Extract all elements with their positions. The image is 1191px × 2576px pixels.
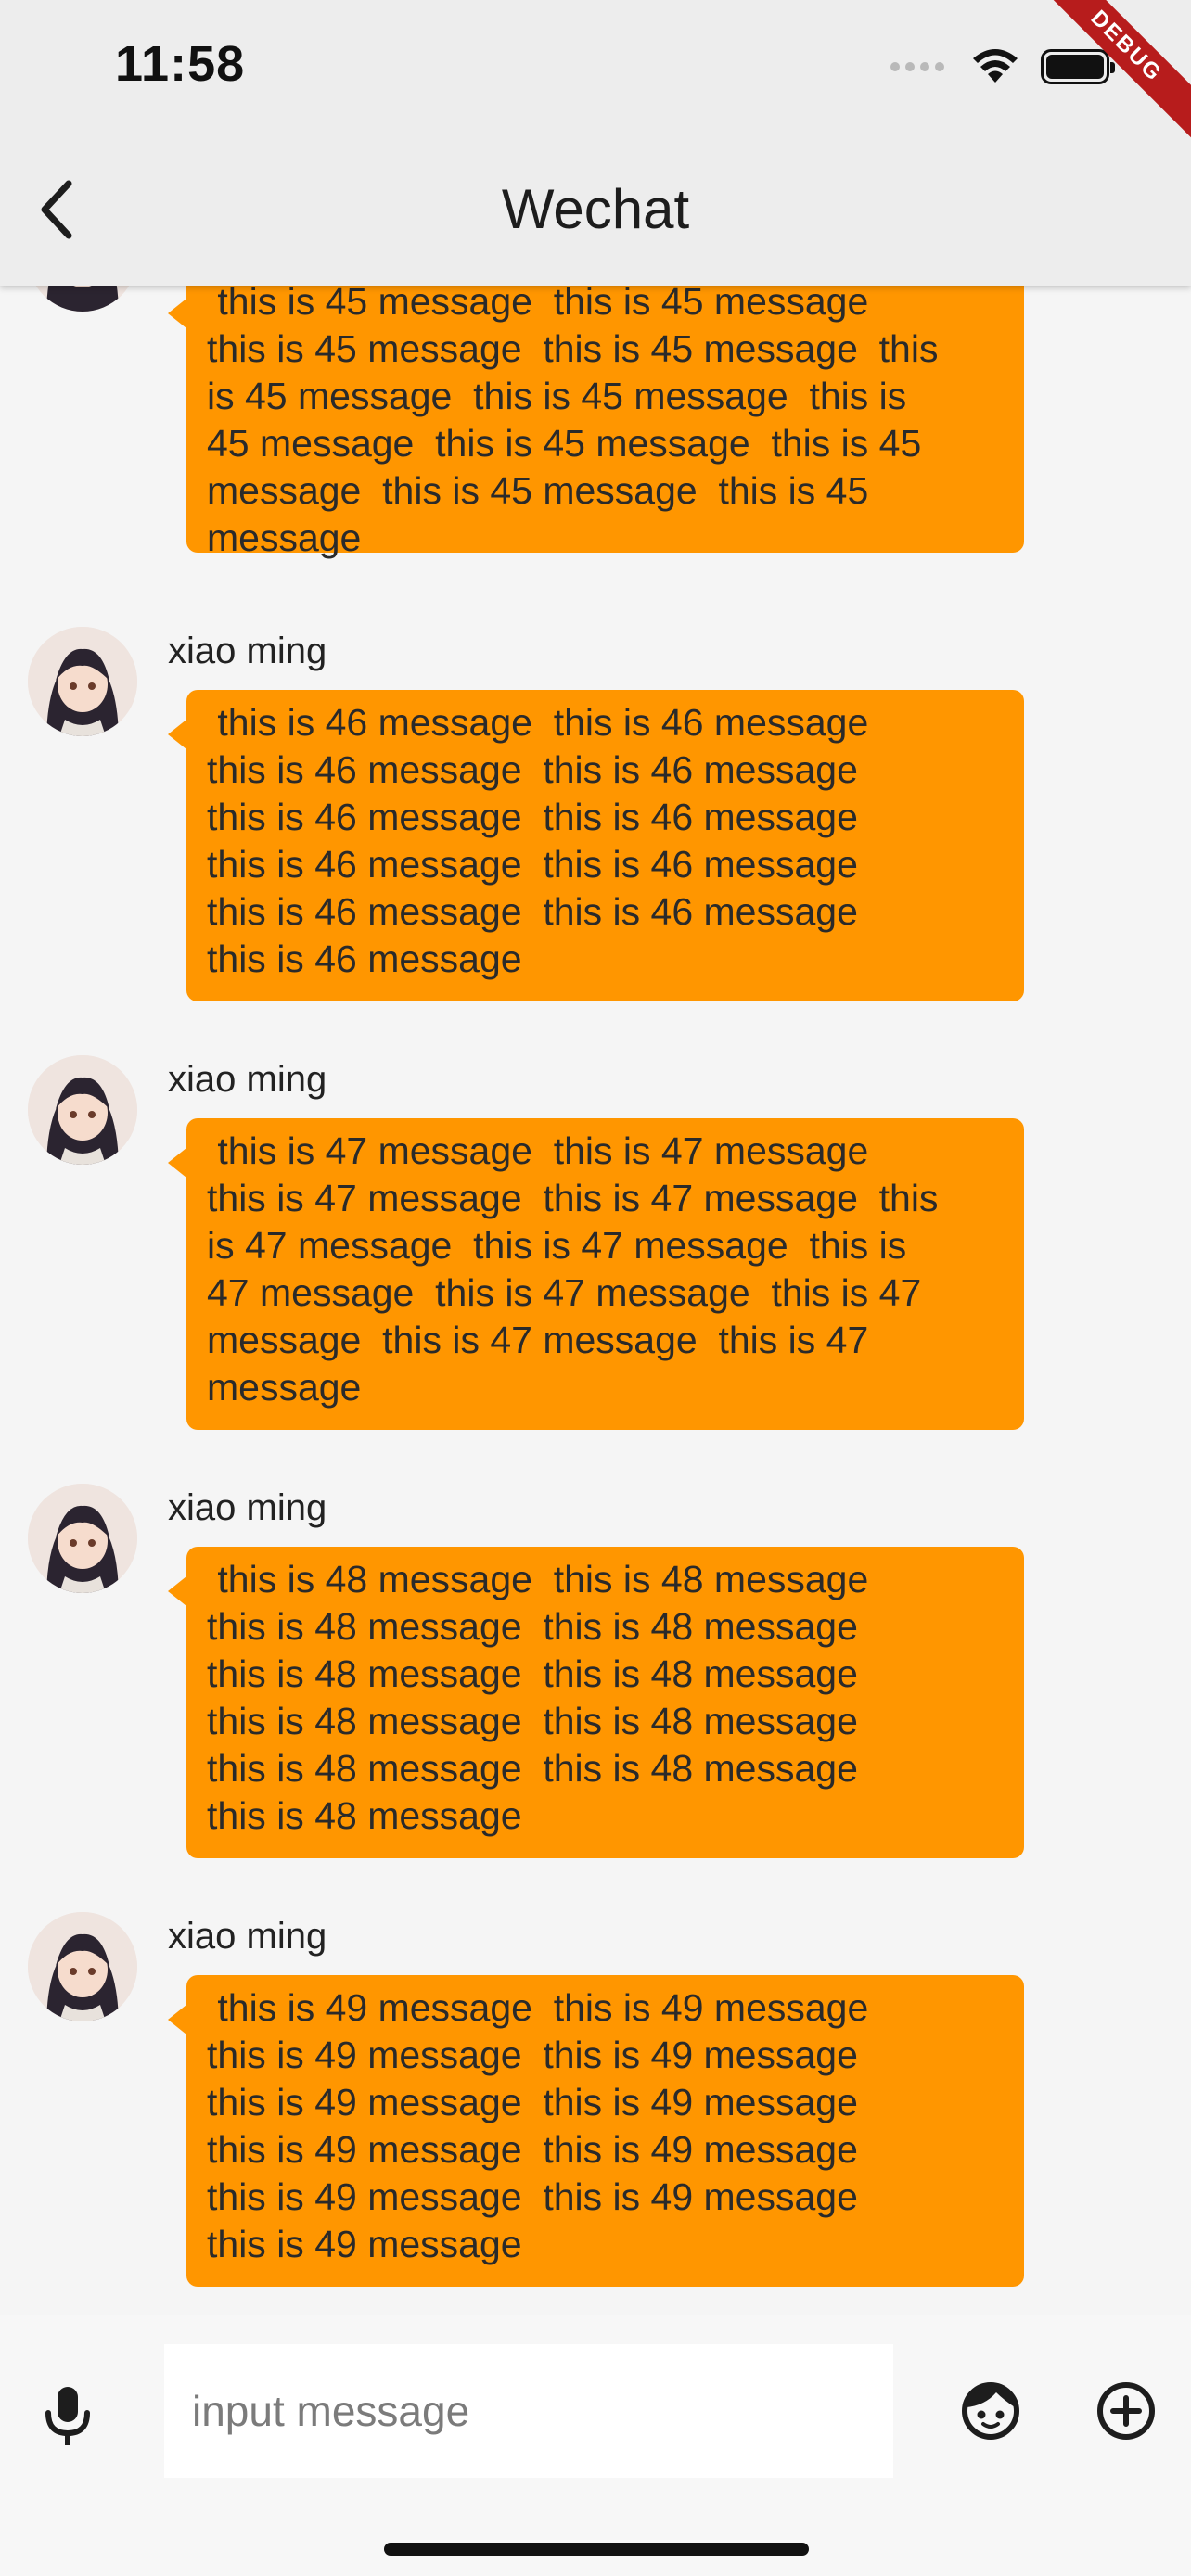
face-icon	[962, 2382, 1019, 2440]
message-item: xiao ming this is 48 message this is 48 …	[0, 1484, 1191, 1892]
page-title: Wechat	[501, 178, 690, 240]
message-item: xiao ming this is 46 message this is 46 …	[0, 627, 1191, 1035]
sender-name: xiao ming	[168, 1487, 327, 1528]
message-text-line: message	[207, 1366, 362, 1409]
message-text-line: this is 49 message this is 49 message	[207, 2081, 858, 2123]
message-text-line: this is 47 message this is 47 message th…	[207, 1177, 939, 1219]
input-bar	[0, 2315, 1191, 2576]
message-bubble[interactable]: this is 49 message this is 49 message th…	[168, 1975, 1024, 2287]
avatar[interactable]	[28, 627, 137, 736]
message-text-line: message this is 45 message this is 45	[207, 469, 869, 512]
battery-icon	[1041, 49, 1115, 84]
message-input[interactable]	[164, 2344, 893, 2478]
wifi-icon	[973, 49, 1018, 83]
plus-circle-icon	[1097, 2382, 1155, 2440]
message-text-line: this is 46 message	[207, 937, 522, 980]
app-header: 11:58 DEBUG Wechat	[0, 0, 1191, 286]
message-bubble[interactable]: this is 48 message this is 48 message th…	[168, 1547, 1024, 1858]
status-icons	[890, 45, 1115, 89]
emoji-button[interactable]	[959, 2379, 1022, 2442]
status-time: 11:58	[115, 36, 246, 92]
message-bubble[interactable]: this is 46 message this is 46 message th…	[168, 690, 1024, 1001]
message-item: xiao ming this is 47 message this is 47 …	[0, 1055, 1191, 1463]
cellular-signal-icon	[890, 62, 944, 71]
message-text-line: this is 46 message this is 46 message	[207, 890, 858, 933]
message-text-line: this is 46 message this is 46 message	[207, 748, 858, 791]
message-item: xiao ming this is 49 message this is 49 …	[0, 1912, 1191, 2315]
message-text-line: this is 48 message this is 48 message	[207, 1747, 858, 1790]
sender-name: xiao ming	[168, 1916, 327, 1957]
sender-name: xiao ming	[168, 1059, 327, 1100]
home-indicator[interactable]	[384, 2543, 809, 2556]
message-text-line: this is 46 message this is 46 message	[207, 843, 858, 886]
message-text-line: this is 48 message this is 48 message	[207, 1700, 858, 1742]
message-text-line: this is 48 message this is 48 message	[207, 1652, 858, 1695]
message-text-line: this is 48 message	[207, 1794, 522, 1837]
message-text-line: this is 49 message	[207, 2223, 522, 2265]
message-text-line: this is 49 message this is 49 message	[207, 2034, 858, 2076]
avatar[interactable]	[28, 1912, 137, 2021]
message-text-line: this is 48 message this is 48 message	[207, 1605, 858, 1648]
message-bubble[interactable]: this is 47 message this is 47 message th…	[168, 1118, 1024, 1430]
message-text-line: is 45 message this is 45 message this is	[207, 375, 907, 417]
more-button[interactable]	[1095, 2379, 1158, 2442]
message-text-line: this is 47 message this is 47 message	[207, 1129, 869, 1172]
message-text-line: message this is 47 message this is 47	[207, 1319, 869, 1361]
message-list[interactable]: this is 45 message this is 45 message th…	[0, 0, 1191, 2315]
message-text-line: is 47 message this is 47 message this is	[207, 1224, 907, 1267]
message-text-line: message	[207, 516, 362, 559]
microphone-icon	[45, 2387, 90, 2445]
message-text-line: this is 49 message this is 49 message	[207, 2128, 858, 2171]
avatar[interactable]	[28, 1055, 137, 1165]
message-text-line: 47 message this is 47 message this is 47	[207, 1271, 922, 1314]
message-text-line: this is 46 message this is 46 message	[207, 701, 869, 744]
message-text-line: 45 message this is 45 message this is 45	[207, 422, 922, 465]
message-text-line: this is 49 message this is 49 message	[207, 1986, 869, 2029]
sender-name: xiao ming	[168, 631, 327, 671]
message-text-line: this is 48 message this is 48 message	[207, 1558, 869, 1600]
message-bubble[interactable]: this is 45 message this is 45 message th…	[168, 269, 1024, 559]
message-text-line: this is 45 message this is 45 message th…	[207, 327, 939, 370]
avatar[interactable]	[28, 1484, 137, 1593]
voice-button[interactable]	[39, 2381, 96, 2448]
message-text-line: this is 49 message this is 49 message	[207, 2175, 858, 2218]
message-text-line: this is 46 message this is 46 message	[207, 796, 858, 838]
